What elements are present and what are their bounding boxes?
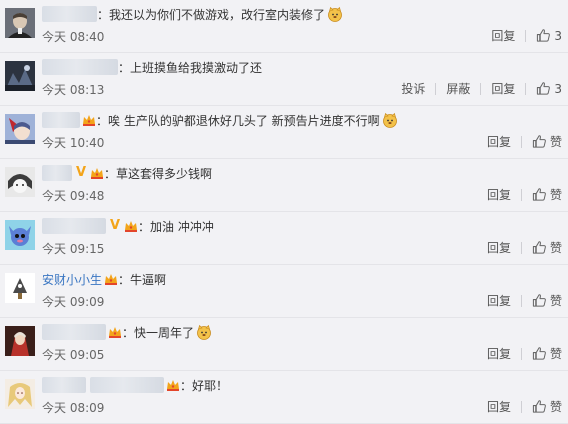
block-button[interactable]: 屏蔽: [446, 80, 470, 97]
thumbs-up-icon: [532, 399, 547, 414]
doge-emoji-icon: [327, 6, 343, 22]
verified-v-icon: V: [109, 218, 121, 233]
like-button[interactable]: 赞: [532, 186, 562, 203]
comment-text: ：我还以为你们不做游戏，改行室内装修了: [97, 7, 326, 22]
divider: [480, 82, 482, 95]
report-button[interactable]: 投诉: [401, 80, 425, 97]
avatar[interactable]: [5, 220, 35, 250]
comment-text: ：草这套得多少钱啊: [104, 166, 213, 181]
like-button[interactable]: 赞: [532, 398, 562, 415]
reply-button[interactable]: 回复: [491, 80, 515, 97]
comment-time: 今天 09:05: [42, 348, 105, 362]
like-button[interactable]: 赞: [532, 133, 562, 150]
comment-time: 今天 10:40: [42, 136, 105, 150]
avatar[interactable]: [5, 273, 35, 303]
comment-time: 今天 08:09: [42, 401, 105, 415]
member-badge-icon: [124, 219, 138, 233]
blurred-username[interactable]: [42, 165, 72, 181]
comment-row: ：上班摸鱼给我摸激动了还 今天 08:13 投诉 屏蔽 回复 3: [0, 53, 568, 106]
like-label: 赞: [549, 400, 562, 414]
comment-text: ：牛逼啊: [118, 272, 167, 287]
reply-button[interactable]: 回复: [487, 398, 511, 415]
member-badge-icon: [108, 325, 122, 339]
like-count: 3: [554, 81, 562, 96]
member-badge-icon: [104, 272, 118, 286]
divider: [435, 82, 437, 95]
username-link[interactable]: 安财小小生: [42, 271, 102, 288]
comment-text: ：好耶！: [180, 378, 229, 393]
thumbs-up-icon: [536, 28, 551, 43]
thumbs-up-icon: [532, 187, 547, 202]
blurred-username[interactable]: [42, 59, 118, 75]
comment-time: 今天 09:48: [42, 189, 105, 203]
comment-time: 今天 09:09: [42, 295, 105, 309]
divider: [520, 135, 522, 148]
comment-time: 今天 09:15: [42, 242, 105, 256]
like-label: 赞: [549, 294, 562, 308]
divider: [525, 82, 527, 95]
comment-row: V ：加油 冲冲冲 今天 09:15 回复 赞: [0, 212, 568, 265]
like-label: 赞: [549, 188, 562, 202]
comment-row: ：好耶！ 今天 08:09 回复 赞: [0, 371, 568, 424]
verified-v-icon: V: [75, 165, 87, 180]
blurred-username[interactable]: [42, 377, 86, 393]
avatar[interactable]: [5, 8, 35, 38]
comment-text: ：唉 生产队的驴都退休好几头了 新预告片进度不行啊: [96, 113, 380, 128]
like-button[interactable]: 3: [536, 81, 562, 96]
avatar[interactable]: [5, 114, 35, 144]
comment-row: ：我还以为你们不做游戏，改行室内装修了 今天 08:40 回复 3: [0, 0, 568, 53]
divider: [520, 400, 522, 413]
reply-button[interactable]: 回复: [487, 345, 511, 362]
blurred-username[interactable]: [42, 6, 97, 22]
reply-button[interactable]: 回复: [487, 186, 511, 203]
blurred-username[interactable]: [42, 324, 106, 340]
comment-text: ：加油 冲冲冲: [138, 219, 214, 234]
doge-emoji-icon: [196, 324, 212, 340]
like-label: 赞: [549, 347, 562, 361]
divider: [520, 347, 522, 360]
comment-row: ：唉 生产队的驴都退休好几头了 新预告片进度不行啊 今天 10:40 回复 赞: [0, 106, 568, 159]
like-label: 赞: [549, 135, 562, 149]
reply-button[interactable]: 回复: [487, 292, 511, 309]
reply-button[interactable]: 回复: [487, 133, 511, 150]
comment-row: V ：草这套得多少钱啊 今天 09:48 回复 赞: [0, 159, 568, 212]
reply-button[interactable]: 回复: [491, 27, 515, 44]
like-button[interactable]: 赞: [532, 345, 562, 362]
comment-row: ：快一周年了 今天 09:05 回复 赞: [0, 318, 568, 371]
comment-text: ：快一周年了: [122, 325, 195, 340]
divider: [520, 241, 522, 254]
thumbs-up-icon: [532, 134, 547, 149]
avatar[interactable]: [5, 379, 35, 409]
comment-time: 今天 08:13: [42, 83, 105, 97]
member-badge-icon: [82, 113, 96, 127]
blurred-username[interactable]: [42, 112, 80, 128]
like-button[interactable]: 赞: [532, 239, 562, 256]
blurred-username[interactable]: [42, 218, 106, 234]
like-label: 赞: [549, 241, 562, 255]
reply-button[interactable]: 回复: [487, 239, 511, 256]
comment-list: ：我还以为你们不做游戏，改行室内装修了 今天 08:40 回复 3 ：上班摸鱼给…: [0, 0, 568, 424]
avatar[interactable]: [5, 326, 35, 356]
like-count: 3: [554, 28, 562, 43]
divider: [525, 29, 527, 42]
comment-row: 安财小小生 ：牛逼啊 今天 09:09 回复 赞: [0, 265, 568, 318]
comment-time: 今天 08:40: [42, 30, 105, 44]
thumbs-up-icon: [532, 293, 547, 308]
member-badge-icon: [166, 378, 180, 392]
like-button[interactable]: 3: [536, 28, 562, 43]
comment-text: ：上班摸鱼给我摸激动了还: [118, 60, 263, 75]
blurred-username-part: [90, 377, 164, 393]
member-badge-icon: [90, 166, 104, 180]
like-button[interactable]: 赞: [532, 292, 562, 309]
avatar[interactable]: [5, 61, 35, 91]
thumbs-up-icon: [536, 81, 551, 96]
divider: [520, 188, 522, 201]
doge-emoji-icon: [382, 112, 398, 128]
thumbs-up-icon: [532, 346, 547, 361]
avatar[interactable]: [5, 167, 35, 197]
thumbs-up-icon: [532, 240, 547, 255]
divider: [520, 294, 522, 307]
